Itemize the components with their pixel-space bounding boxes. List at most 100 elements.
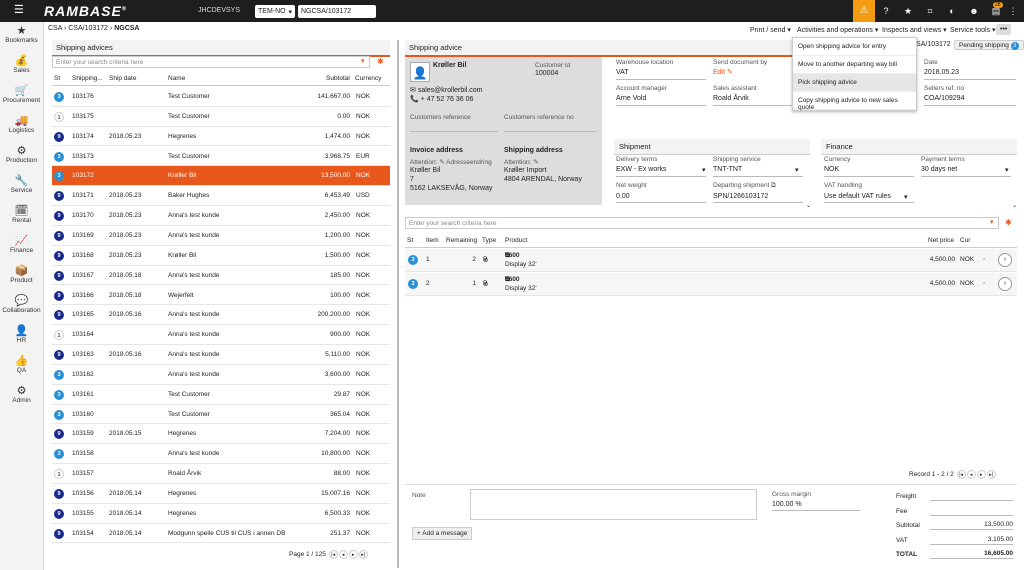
open-line-button[interactable]: › [998,277,1012,291]
line-col-status[interactable]: St [407,237,413,244]
panel-splitter[interactable] [397,40,399,568]
table-row[interactable]: 9 103171 2018.05.23 Baker Hughes 6,453.49 USD [52,186,390,207]
last-page-button[interactable]: ▸| [358,550,368,559]
table-row[interactable]: 9 103159 2018.05.15 Hegrenes 7,204.00 NOK [52,424,390,445]
payment-terms-select[interactable]: 30 days net ▾ [921,166,1009,174]
col-name[interactable]: Name [168,75,185,82]
send-document-edit[interactable]: Edit ✎ [713,68,733,76]
menu-icon[interactable]: ☰ [14,5,24,16]
note-input[interactable] [470,489,757,520]
customer-email[interactable]: ✉ sales@krollerbil.com [410,86,483,94]
warehouse-value[interactable]: VAT [616,69,629,76]
sales-assistant-value[interactable]: Roald Årvik [713,95,749,102]
table-row[interactable]: 9 103166 2018.05.18 Wejerfelt 100.00 NOK [52,286,390,306]
table-row[interactable]: 9 103167 2018.05.18 Anna's test kunde 185.00… [52,266,390,286]
help-icon[interactable]: ? [875,0,897,22]
table-row[interactable]: 3 103172 Krøller Bil 13,500.00 NOK [52,166,390,187]
line-col-item[interactable]: Item [426,237,439,244]
more-button[interactable]: ••• [996,24,1012,35]
sidebar-item-qa[interactable]: 👍 QA [0,352,43,382]
line-col-type[interactable]: Type [482,237,496,244]
sidebar-item-bookmarks[interactable]: ★ Bookmarks [0,22,43,52]
col-currency[interactable]: Currency [355,75,381,82]
currency-value[interactable]: NOK [824,166,839,173]
table-row[interactable]: 1 103164 Anna's test kunde 900.00 NOK [52,325,390,345]
table-row[interactable]: 9 103174 2018.05.23 Hegrenes 1,474.00 NOK [52,127,390,147]
table-row[interactable]: 3 103173 Test Customer 3,968.75 EUR [52,147,390,167]
vat-handling-select[interactable]: Use default VAT rules ▾ [824,193,908,201]
customer-ref-field[interactable] [410,131,498,132]
col-ship-date[interactable]: Ship date [109,75,136,82]
sidebar-item-collaboration[interactable]: 💬 Collaboration [0,292,43,322]
table-row[interactable]: 9 103163 2018.05.16 Anna's test kunde 5,110.… [52,345,390,365]
prev-page-button[interactable]: ◂ [338,550,348,559]
net-weight-value[interactable]: 0.00 [616,193,630,200]
breadcrumb-csa-id[interactable]: CSA/103172 [68,25,108,32]
line-col-product[interactable]: Product [505,237,527,244]
table-row[interactable]: 1 103175 Test Customer 0.00 NOK [52,107,390,127]
line-row[interactable]: 3 2 1 ⊕ P 5600 ⧉ Display 32' 4,500.00 NOK ▪ › [405,273,1017,296]
table-row[interactable]: 3 103176 Test Customer 141,667.00 NOK [52,87,390,107]
table-row[interactable]: 3 103158 Anna's test kunde 10,800.00 NOK [52,444,390,465]
sidebar-item-product[interactable]: 📦 Product [0,262,43,292]
print-send-menu[interactable]: Print / send ▾ [750,26,791,34]
user-icon[interactable]: ◐ [941,0,963,22]
breadcrumb-csa[interactable]: CSA [48,25,62,32]
delete-icon[interactable]: ▪ [983,256,985,263]
sidebar-item-logistics[interactable]: 🚚 Logistics [0,112,43,142]
sidebar-item-rental[interactable]: 🗓 Rental [0,202,43,232]
sellers-ref-value[interactable]: COA/109294 [924,95,964,102]
open-line-button[interactable]: › [998,253,1012,267]
star-icon[interactable]: ★ [897,0,919,22]
sidebar-item-sales[interactable]: 💰 Sales [0,52,43,82]
prev-record-button[interactable]: ◂ [966,470,976,479]
sidebar-item-admin[interactable]: ⚙ Admin [0,382,43,412]
table-row[interactable]: 3 103161 Test Customer 29.87 NOK [52,385,390,405]
warning-icon[interactable]: ⚠ [853,0,875,22]
table-row[interactable]: 9 103165 2018.05.16 Anna's test kunde 200,20… [52,305,390,326]
first-page-button[interactable]: |◂ [328,550,338,559]
table-row[interactable]: 9 103154 2018.05.14 Modgunn speile CUS til … [52,524,390,544]
list-search-input[interactable]: Enter your search criteria here [52,56,370,68]
col-subtotal[interactable]: Subtotal [326,75,350,82]
customer-refno-field[interactable] [504,131,596,132]
next-record-button[interactable]: ▸ [976,470,986,479]
departing-shipment-value[interactable]: SPN/1266103172 [713,193,768,200]
line-row[interactable]: 3 1 2 ⊕ P 5600 ⧉ Display 32' 4,500.00 NOK ▪ › [405,249,1017,272]
user-settings-icon[interactable]: ☻ [963,0,985,22]
table-row[interactable]: 9 103169 2018.05.23 Anna's test kunde 1,200.… [52,226,390,246]
menu-item-pick[interactable]: Pick shipping advice [793,74,916,92]
account-manager-value[interactable]: Arne Vold [616,95,646,102]
line-col-remaining[interactable]: Remaining [446,237,477,244]
line-col-currency[interactable]: Cur [960,237,970,244]
more-icon[interactable]: ⋮ [1002,0,1024,22]
table-row[interactable]: 9 103170 2018.05.23 Anna's test kunde 2,450.… [52,206,390,226]
col-shipping[interactable]: Shipping... [72,75,103,82]
sidebar-item-production[interactable]: ⚙ Production [0,142,43,172]
sidebar-item-service[interactable]: 🔧 Service [0,172,43,202]
expand-shipment-icon[interactable]: ⌄ [806,202,811,209]
table-row[interactable]: 3 103162 Anna's test kunde 3,600.00 NOK [52,365,390,385]
customer-name[interactable]: Krøller Bil [433,62,466,69]
table-row[interactable]: 1 103157 Roald Årvik 88.00 NOK [52,464,390,484]
company-select[interactable]: TEM-NO ▾ [255,5,295,18]
menu-item-move-waybill[interactable]: Move to another departing way bill [793,56,916,74]
menu-item-open-entry[interactable]: Open shipping advice for entry [793,38,916,56]
menu-item-copy-quote[interactable]: Copy shipping advice to new sales quote [793,92,916,111]
customer-id[interactable]: 100004 [535,70,558,77]
chevron-down-icon[interactable]: ▾ [990,218,994,226]
inspects-menu[interactable]: Inspects and views ▾ [882,26,947,34]
add-message-button[interactable]: + Add a message [412,527,473,540]
table-row[interactable]: 9 103156 2018.05.14 Hegrenes 15,007.16 NOK [52,484,390,504]
date-value[interactable]: 2018.05.23 [924,69,959,76]
expand-finance-icon[interactable]: ⌄ [1012,202,1017,209]
tag-icon[interactable]: ⌗ [919,0,941,22]
first-record-button[interactable]: |◂ [956,470,966,479]
chevron-down-icon[interactable]: ▾ [361,57,365,65]
sidebar-item-hr[interactable]: 👤 HR [0,322,43,352]
col-status[interactable]: St [54,75,60,82]
service-tools-menu[interactable]: Service tools ▾ [950,26,996,34]
last-record-button[interactable]: ▸| [986,470,996,479]
gear-icon[interactable]: ✱ [1005,218,1012,227]
table-row[interactable]: 3 103160 Test Customer 365.04 NOK [52,405,390,425]
